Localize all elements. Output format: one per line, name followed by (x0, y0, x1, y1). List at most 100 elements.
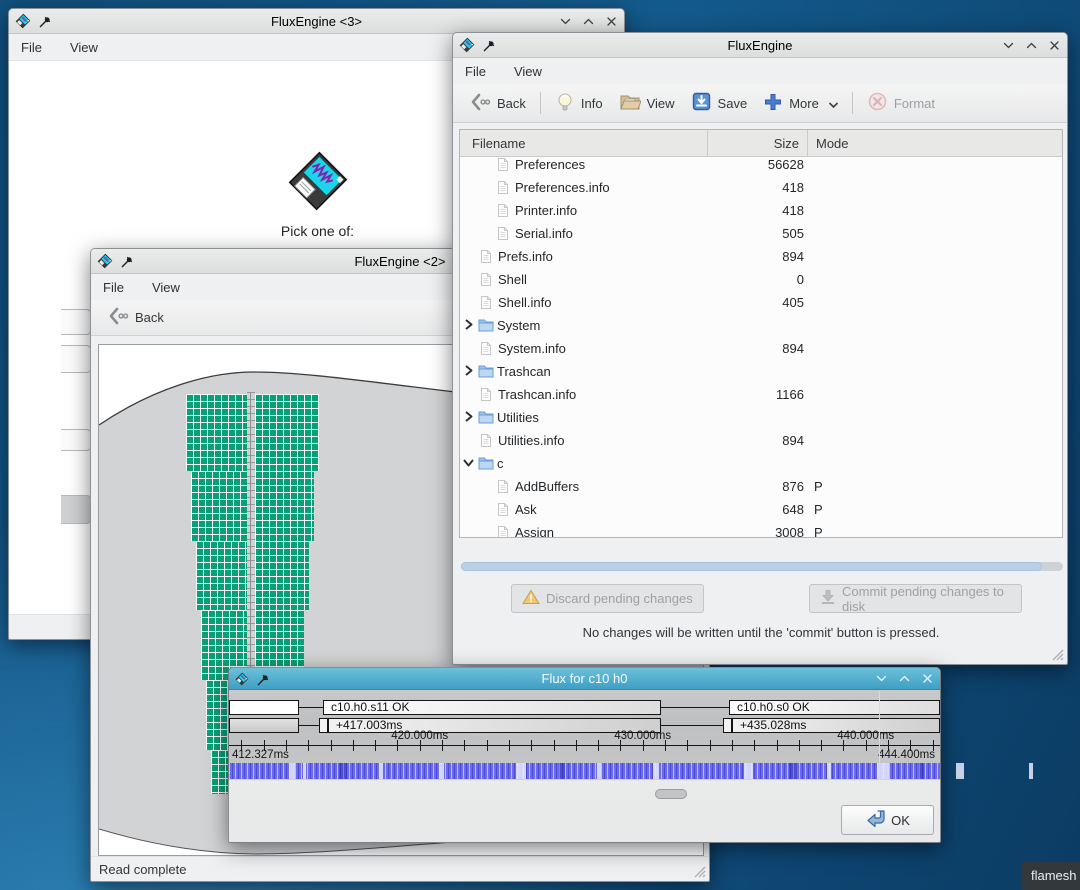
ruler-tick (777, 740, 778, 751)
more-label: More (789, 96, 819, 111)
commit-disk-icon (820, 589, 836, 608)
table-row[interactable]: AddBuffers876P (460, 475, 1062, 498)
table-row[interactable]: Preferences.info418 (460, 176, 1062, 199)
pin-icon[interactable] (483, 39, 495, 51)
titlebar[interactable]: FluxEngine <3> (9, 9, 624, 34)
fluxengine-app-icon (15, 13, 31, 29)
timing-box[interactable]: +417.003ms (328, 718, 661, 733)
sector-box[interactable]: c10.h0.s11 OK (323, 700, 661, 715)
file-size: 405 (709, 295, 808, 310)
sector-block[interactable] (255, 471, 314, 541)
minimize-button[interactable] (559, 15, 572, 28)
timing-box[interactable]: +435.028ms (732, 718, 940, 733)
pin-icon[interactable] (39, 15, 51, 27)
file-name: Trashcan (495, 364, 709, 379)
table-row[interactable]: Shell0 (460, 268, 1062, 291)
table-row[interactable]: Ask648P (460, 498, 1062, 521)
sector-block[interactable] (191, 471, 247, 541)
sector-block[interactable] (255, 541, 309, 610)
hidden-option-button[interactable] (61, 345, 91, 373)
file-name: Utilities.info (496, 433, 709, 448)
table-row[interactable]: c (460, 452, 1062, 475)
ok-label: OK (891, 813, 910, 828)
sector-block[interactable] (255, 394, 319, 471)
save-button[interactable]: Save (683, 87, 756, 119)
sector-box[interactable] (229, 700, 299, 715)
resize-grip[interactable] (1051, 648, 1064, 661)
file-icon (496, 479, 511, 494)
table-row[interactable]: Trashcan.info1166 (460, 383, 1062, 406)
back-button[interactable]: Back (461, 87, 534, 120)
commit-changes-button[interactable]: Commit pending changes to disk (809, 584, 1022, 613)
menu-file[interactable]: File (21, 40, 56, 55)
discard-changes-button[interactable]: Discard pending changes (511, 584, 704, 613)
file-size: 56628 (709, 157, 808, 172)
menu-file[interactable]: File (103, 280, 138, 295)
minimize-button[interactable] (875, 672, 888, 685)
back-icon (469, 91, 491, 116)
table-row[interactable]: Trashcan (460, 360, 1062, 383)
table-row[interactable]: Printer.info418 (460, 199, 1062, 222)
ruler-tick (509, 740, 510, 751)
horizontal-scrollbar[interactable] (461, 562, 1063, 571)
sector-block[interactable] (196, 541, 247, 610)
chevron-expanded-icon[interactable] (462, 456, 478, 472)
ruler-tick (687, 740, 688, 751)
format-button: Format (859, 87, 943, 119)
table-row[interactable]: Serial.info505 (460, 222, 1062, 245)
chevron-collapsed-icon[interactable] (462, 364, 478, 380)
flux-gap (956, 763, 964, 779)
resize-grip[interactable] (693, 865, 706, 878)
table-row[interactable]: Preferences56628 (460, 153, 1062, 176)
scroll-handle[interactable] (655, 789, 687, 799)
ruler-end-label: 444.400ms (878, 749, 935, 761)
chevron-collapsed-icon[interactable] (462, 318, 478, 334)
close-button[interactable] (605, 15, 618, 28)
toolbar-separator (852, 92, 853, 114)
table-row[interactable]: Shell.info405 (460, 291, 1062, 314)
maximize-button[interactable] (1025, 39, 1038, 52)
flux-gap (1029, 763, 1033, 779)
pin-icon[interactable] (257, 673, 269, 685)
file-icon (496, 226, 511, 241)
scrollbar-thumb[interactable] (461, 562, 1042, 571)
ruler-tick (331, 740, 332, 751)
titlebar[interactable]: Flux for c10 h0 (229, 668, 940, 690)
menu-view[interactable]: View (152, 280, 194, 295)
minimize-button[interactable] (1002, 39, 1015, 52)
hidden-option-button[interactable] (61, 309, 91, 335)
table-row[interactable]: System.info894 (460, 337, 1062, 360)
more-button[interactable]: More (755, 88, 846, 119)
table-row[interactable]: Utilities (460, 406, 1062, 429)
ok-button[interactable]: OK (841, 805, 934, 835)
flux-density-band[interactable] (229, 763, 940, 779)
hidden-option-button[interactable] (61, 429, 91, 451)
dropdown-caret-icon[interactable] (829, 96, 838, 111)
file-icon (479, 341, 494, 356)
maximize-button[interactable] (898, 672, 911, 685)
close-button[interactable] (921, 672, 934, 685)
table-row[interactable]: Utilities.info894 (460, 429, 1062, 452)
back-button[interactable]: Back (99, 301, 172, 334)
file-size: 1166 (709, 387, 808, 402)
info-button[interactable]: Info (547, 87, 611, 120)
table-row[interactable]: Assign3008P (460, 521, 1062, 538)
file-name: Printer.info (513, 203, 709, 218)
menu-view[interactable]: View (70, 40, 112, 55)
ruler-tick (799, 740, 800, 751)
chevron-collapsed-icon[interactable] (462, 410, 478, 426)
table-row[interactable]: System (460, 314, 1062, 337)
sector-block[interactable] (186, 394, 247, 471)
menu-view[interactable]: View (514, 64, 556, 79)
close-button[interactable] (1048, 39, 1061, 52)
titlebar[interactable]: FluxEngine (453, 33, 1067, 58)
view-button[interactable]: View (611, 88, 683, 119)
file-name: Preferences (513, 157, 709, 172)
sector-box[interactable]: c10.h0.s0 OK (729, 700, 940, 715)
pin-icon[interactable] (121, 255, 133, 267)
hidden-option-button[interactable] (61, 495, 91, 524)
timing-box[interactable] (229, 718, 299, 733)
menu-file[interactable]: File (465, 64, 500, 79)
maximize-button[interactable] (582, 15, 595, 28)
table-row[interactable]: Prefs.info894 (460, 245, 1062, 268)
